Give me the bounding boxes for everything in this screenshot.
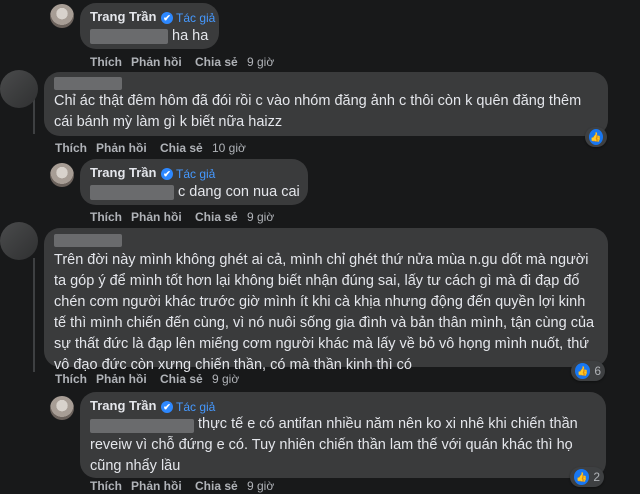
timestamp[interactable]: 9 giờ (247, 479, 274, 493)
redacted-text (90, 29, 168, 44)
verified-icon: ✔ (161, 12, 173, 24)
author-badge: Tác giả (176, 400, 216, 414)
author-name[interactable]: Trang Trần (90, 398, 156, 413)
comment-bubble: Trang Trần ✔ Tác giả c dang con nua cai (80, 159, 308, 205)
comment-text: thực tế e có antifan nhiều năm nên ko xi… (90, 416, 578, 474)
avatar[interactable] (0, 222, 38, 260)
reply-action[interactable]: Phản hồi (96, 141, 147, 155)
timestamp[interactable]: 10 giờ (212, 141, 246, 155)
like-icon: 👍 (574, 469, 590, 485)
timestamp[interactable]: 9 giờ (212, 372, 239, 386)
like-action[interactable]: Thích (55, 141, 87, 155)
avatar[interactable] (50, 396, 74, 420)
comment-bubble: Trang Trần ✔ Tác giả ha ha (80, 3, 219, 49)
like-action[interactable]: Thích (90, 479, 122, 493)
like-action[interactable]: Thích (55, 372, 87, 386)
reply-action[interactable]: Phản hồi (131, 55, 182, 69)
avatar[interactable] (0, 70, 38, 108)
like-icon: 👍 (589, 129, 603, 145)
verified-icon: ✔ (161, 168, 173, 180)
reply-action[interactable]: Phản hồi (131, 210, 182, 224)
redacted-text (90, 185, 174, 200)
comment-text: ha ha (172, 28, 209, 44)
reaction-count[interactable]: 👍 (585, 127, 607, 147)
comment-bubble: Trang Trần ✔ Tác giả thực tế e có antifa… (80, 392, 606, 478)
comment-bubble: Chỉ ác thật đêm hôm đã đói rồi c vào nhó… (44, 72, 608, 136)
comment-bubble: Trên đời này mình không ghét ai cả, mình… (44, 228, 608, 373)
reaction-number: 6 (594, 364, 601, 378)
comment-text: Chỉ ác thật đêm hôm đã đói rồi c vào nhó… (54, 93, 582, 130)
thread-line (33, 258, 35, 372)
comment-text: Trên đời này mình không ghét ai cả, mình… (54, 252, 595, 373)
reaction-count[interactable]: 👍 6 (571, 361, 605, 381)
share-action[interactable]: Chia sẻ (195, 479, 238, 493)
author-name[interactable]: Trang Trần (90, 165, 156, 180)
like-action[interactable]: Thích (90, 210, 122, 224)
reaction-count[interactable]: 👍 2 (570, 467, 604, 487)
comment-text: c dang con nua cai (178, 184, 300, 200)
share-action[interactable]: Chia sẻ (195, 55, 238, 69)
share-action[interactable]: Chia sẻ (160, 372, 203, 386)
author-badge: Tác giả (176, 167, 216, 181)
redacted-name (54, 77, 122, 90)
timestamp[interactable]: 9 giờ (247, 210, 274, 224)
like-action[interactable]: Thích (90, 55, 122, 69)
like-icon: 👍 (575, 363, 591, 379)
timestamp[interactable]: 9 giờ (247, 55, 274, 69)
reply-action[interactable]: Phản hồi (96, 372, 147, 386)
reply-action[interactable]: Phản hồi (131, 479, 182, 493)
share-action[interactable]: Chia sẻ (195, 210, 238, 224)
avatar[interactable] (50, 4, 74, 28)
reaction-number: 2 (593, 470, 600, 484)
share-action[interactable]: Chia sẻ (160, 141, 203, 155)
author-badge: Tác giả (176, 11, 216, 25)
author-name[interactable]: Trang Trần (90, 9, 156, 24)
redacted-name (54, 234, 122, 247)
verified-icon: ✔ (161, 401, 173, 413)
avatar[interactable] (50, 163, 74, 187)
